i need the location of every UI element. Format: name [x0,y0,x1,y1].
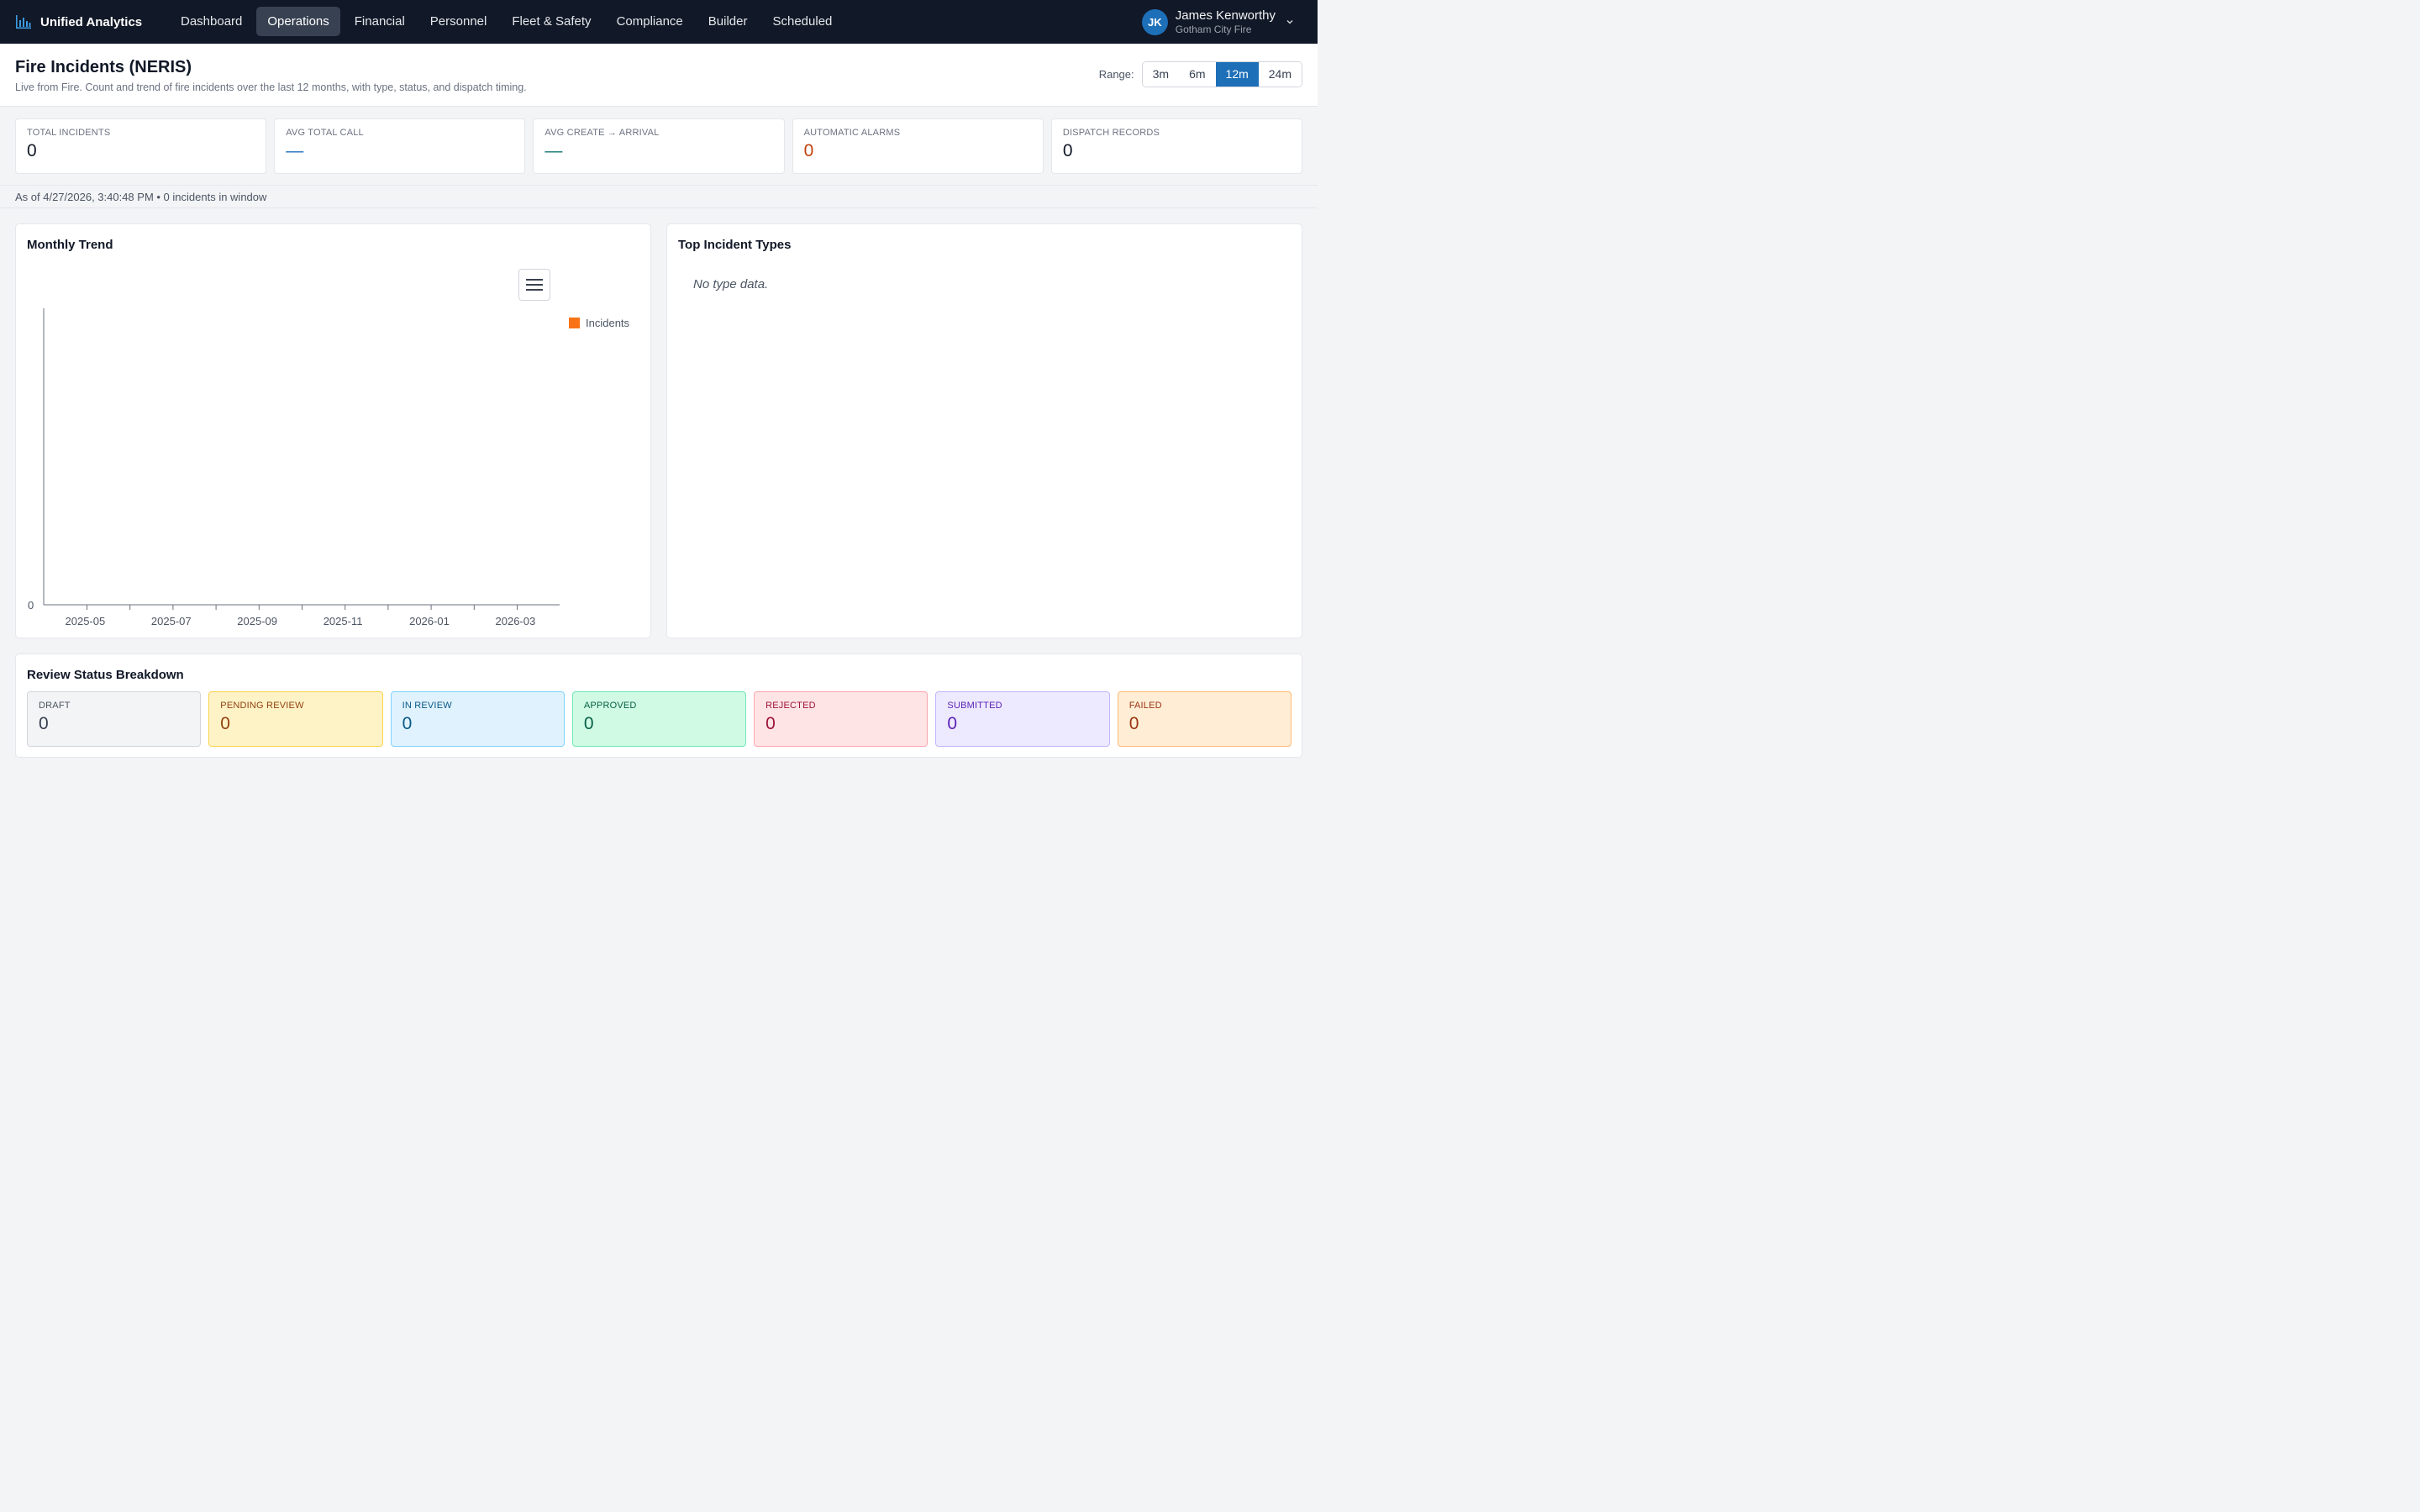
range-label: Range: [1098,68,1134,81]
status-value: 0 [765,714,776,733]
nav-item-operations[interactable]: Operations [256,7,340,36]
range-selector: Range: 3m 6m 12m 24m [1099,61,1302,87]
x-tick-label: 2025-09 [237,615,277,627]
nav-item-builder[interactable]: Builder [697,7,759,36]
status-label: DRAFT [39,701,71,711]
kpi-value: 0 [803,141,814,160]
user-info: James Kenworthy Gotham City Fire [1176,8,1276,36]
user-menu[interactable]: JK James Kenworthy Gotham City Fire [1141,0,1294,44]
status-card-draft: DRAFT 0 [27,691,202,747]
nav-item-compliance[interactable]: Compliance [606,7,694,36]
x-tick-label: 2026-01 [409,615,450,627]
status-label: PENDING REVIEW [220,701,304,711]
panel-title: Review Status Breakdown [27,668,184,682]
kpi-label: DISPATCH RECORDS [1062,128,1160,138]
user-name: James Kenworthy [1175,8,1276,23]
kpi-value: 0 [1062,141,1073,160]
status-card-rejected: REJECTED 0 [754,691,929,747]
range-button-group: 3m 6m 12m 24m [1141,61,1302,87]
nav-item-personnel[interactable]: Personnel [419,7,498,36]
status-label: REJECTED [765,701,816,711]
status-value: 0 [583,714,594,733]
status-card-submitted: SUBMITTED 0 [935,691,1110,747]
empty-state-text: No type data. [693,277,769,291]
x-tick-label: 2025-11 [324,615,363,627]
kpi-label: TOTAL INCIDENTS [27,128,111,138]
kpi-label: AUTOMATIC ALARMS [803,128,901,138]
asof-bar: As of 4/27/2026, 3:40:48 PM • 0 incident… [0,185,1318,208]
review-status-panel: Review Status Breakdown DRAFT 0 PENDING … [15,654,1302,758]
brand[interactable]: Unified Analytics [15,0,142,44]
kpi-label: AVG CREATE → ARRIVAL [544,128,660,138]
kpi-label: AVG TOTAL CALL [286,128,364,138]
page-subtitle: Live from Fire. Count and trend of fire … [15,81,527,93]
range-button-24m[interactable]: 24m [1258,62,1302,87]
avatar: JK [1141,8,1168,35]
status-label: APPROVED [583,701,637,711]
x-tick-label: 2025-05 [66,615,106,627]
status-card-pending-review: PENDING REVIEW 0 [208,691,383,747]
nav-item-fleet-safety[interactable]: Fleet & Safety [501,7,602,36]
status-value: 0 [402,714,413,733]
status-label: FAILED [1128,701,1162,711]
bar-chart-icon [16,15,31,29]
status-label: IN REVIEW [402,701,452,711]
range-button-6m[interactable]: 6m [1179,62,1216,87]
kpi-value: 0 [27,141,37,160]
kpi-card-avg-create-arrival: AVG CREATE → ARRIVAL — [533,118,785,174]
monthly-trend-panel: Monthly Trend Incidents 2025-05 2025-07 20… [15,223,651,638]
page-header: Fire Incidents (NERIS) Live from Fire. C… [0,44,1318,107]
kpi-card-dispatch-records: DISPATCH RECORDS 0 [1050,118,1303,174]
range-button-12m[interactable]: 12m [1215,62,1259,87]
status-value: 0 [947,714,958,733]
y-tick-label: 0 [28,599,34,612]
status-label: SUBMITTED [947,701,1002,711]
range-button-3m[interactable]: 3m [1142,62,1180,87]
kpi-row: TOTAL INCIDENTS 0 AVG TOTAL CALL — AVG C… [15,118,1303,174]
chevron-down-icon [1286,20,1293,24]
status-card-row: DRAFT 0 PENDING REVIEW 0 IN REVIEW 0 APP… [27,691,1292,747]
x-tick-label: 2026-03 [496,615,536,627]
top-nav: Unified Analytics Dashboard Operations F… [0,0,1318,44]
page-title: Fire Incidents (NERIS) [15,58,192,76]
kpi-value: — [286,141,304,160]
status-card-failed: FAILED 0 [1117,691,1292,747]
kpi-card-avg-total-call: AVG TOTAL CALL — [274,118,526,174]
status-value: 0 [1128,714,1139,733]
nav-item-scheduled[interactable]: Scheduled [761,7,843,36]
status-value: 0 [220,714,230,733]
status-card-approved: APPROVED 0 [571,691,747,747]
kpi-card-automatic-alarms: AUTOMATIC ALARMS 0 [792,118,1044,174]
nav-menu: Dashboard Operations Financial Personnel… [170,7,843,36]
kpi-value: — [544,141,563,160]
app-name: Unified Analytics [40,14,143,29]
top-incident-types-panel: Top Incident Types No type data. [666,223,1302,638]
asof-text: As of 4/27/2026, 3:40:48 PM • 0 incident… [15,191,267,203]
kpi-card-total-incidents: TOTAL INCIDENTS 0 [15,118,267,174]
nav-item-dashboard[interactable]: Dashboard [170,7,253,36]
nav-item-financial[interactable]: Financial [344,7,416,36]
x-tick-label: 2025-07 [151,615,192,627]
status-value: 0 [39,714,49,733]
monthly-trend-chart: 2025-05 2025-07 2025-09 2025-11 2026-01 2026-… [28,308,560,627]
status-card-in-review: IN REVIEW 0 [390,691,565,747]
user-org: Gotham City Fire [1175,23,1252,35]
panel-title: Top Incident Types [678,238,792,252]
